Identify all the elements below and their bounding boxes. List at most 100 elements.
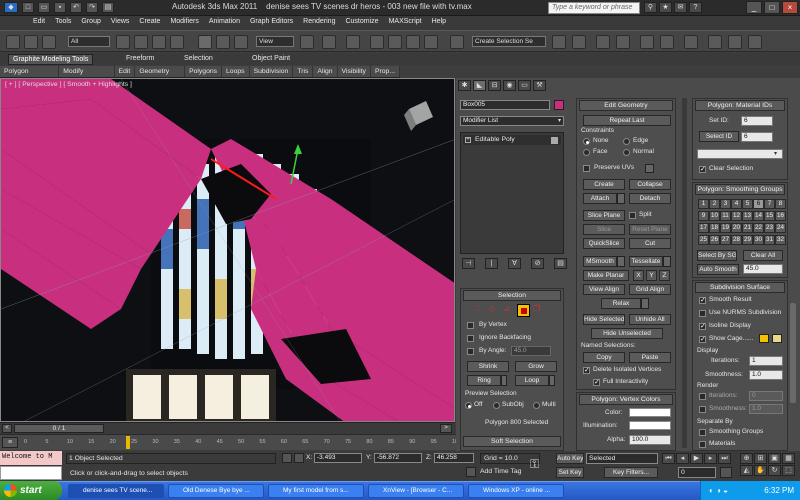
smoothing-group-12[interactable]: 12 — [731, 211, 742, 221]
make-planar-button[interactable]: Make Planar — [583, 270, 629, 281]
relax-button[interactable]: Relax — [601, 298, 641, 309]
smoothing-group-25[interactable]: 25 — [698, 235, 709, 245]
set-id-field[interactable]: 6 — [741, 116, 773, 126]
time-next-icon[interactable]: > — [440, 424, 452, 433]
ribbon-edit[interactable]: Edit — [115, 66, 136, 77]
absolute-mode-icon[interactable] — [294, 453, 304, 463]
smoothing-group-13[interactable]: 13 — [742, 211, 753, 221]
time-slider[interactable]: < 0 / 1 > — [0, 422, 455, 434]
view-align-button[interactable]: View Align — [583, 284, 625, 295]
maxscript-listener[interactable]: Welcome to M — [0, 451, 62, 465]
ribbon-properties[interactable]: Prop... — [371, 66, 400, 77]
relax-settings-icon[interactable] — [641, 298, 649, 309]
reset-plane-button[interactable]: Reset Plane — [629, 224, 671, 235]
orbit-icon[interactable]: ↻ — [768, 465, 781, 476]
edit-geometry-header[interactable]: Edit Geometry — [579, 100, 673, 111]
manipulate-icon[interactable] — [322, 35, 336, 49]
utilities-tab-icon[interactable]: ⚒ — [533, 80, 546, 91]
create-tab-icon[interactable]: ✱ — [458, 80, 471, 91]
smoothing-groups-header[interactable]: Polygon: Smoothing Groups — [695, 184, 785, 195]
new-icon[interactable]: □ — [22, 2, 34, 13]
menu-edit[interactable]: Edit — [28, 16, 50, 30]
separate-smoothing-groups-checkbox[interactable] — [699, 429, 706, 436]
open-icon[interactable]: ▭ — [38, 2, 50, 13]
menu-maxscript[interactable]: MAXScript — [384, 16, 427, 30]
smoothing-group-22[interactable]: 22 — [753, 223, 764, 233]
modify-tab-icon[interactable]: ◣ — [473, 80, 486, 91]
minimize-button[interactable]: _ — [746, 1, 762, 14]
element-subobject-icon[interactable]: ❒ — [533, 304, 544, 315]
previous-frame-icon[interactable]: ◂ — [676, 453, 689, 464]
rotate-icon[interactable] — [216, 35, 230, 49]
slice-button[interactable]: Slice — [583, 224, 625, 235]
smoothing-group-3[interactable]: 3 — [720, 199, 731, 209]
tab-freeform[interactable]: Freeform — [122, 54, 158, 63]
smoothing-group-21[interactable]: 21 — [742, 223, 753, 233]
ribbon-subdivision[interactable]: Subdivision — [250, 66, 294, 77]
scale-icon[interactable] — [234, 35, 248, 49]
ribbon-polygons[interactable]: Polygons — [185, 66, 223, 77]
loop-button[interactable]: Loop — [515, 375, 549, 386]
configure-modifier-sets-icon[interactable]: ▤ — [554, 258, 567, 269]
smoothing-group-1[interactable]: 1 — [698, 199, 709, 209]
planar-x-button[interactable]: X — [633, 270, 644, 281]
show-cage-checkbox[interactable] — [699, 335, 706, 343]
percent-snap-icon[interactable] — [406, 35, 420, 49]
menu-rendering[interactable]: Rendering — [298, 16, 340, 30]
render-smoothness-checkbox[interactable] — [699, 406, 706, 413]
smoothing-group-6[interactable]: 6 — [753, 199, 764, 209]
material-editor-icon[interactable] — [684, 35, 698, 49]
isoline-display-checkbox[interactable] — [699, 322, 706, 330]
border-subobject-icon[interactable]: ⊿ — [503, 304, 514, 315]
smoothing-group-19[interactable]: 19 — [720, 223, 731, 233]
select-by-sg-button[interactable]: Select By SG — [697, 250, 737, 261]
panel-scrollbar[interactable] — [790, 303, 796, 403]
repeat-last-button[interactable]: Repeat Last — [583, 115, 671, 126]
binoculars-icon[interactable]: ⚲ — [644, 2, 657, 13]
project-folder-icon[interactable]: ▤ — [102, 2, 114, 13]
split-checkbox[interactable] — [629, 212, 636, 219]
go-to-end-icon[interactable]: ⏭ — [718, 453, 731, 464]
maxscript-input[interactable] — [0, 466, 62, 480]
smoothing-group-23[interactable]: 23 — [764, 223, 775, 233]
shrink-button[interactable]: Shrink — [467, 361, 509, 372]
smoothing-group-15[interactable]: 15 — [764, 211, 775, 221]
preview-multi-radio[interactable] — [533, 402, 540, 409]
unlink-icon[interactable] — [24, 35, 38, 49]
msmooth-settings-icon[interactable] — [617, 256, 625, 267]
go-to-start-icon[interactable]: ⏮ — [662, 453, 675, 464]
play-icon[interactable]: ▶ — [690, 453, 703, 464]
smoothing-group-16[interactable]: 16 — [775, 211, 786, 221]
iterations-field[interactable]: 1 — [749, 356, 783, 366]
schematic-view-icon[interactable] — [660, 35, 674, 49]
material-name-dropdown[interactable] — [697, 149, 783, 159]
tab-selection[interactable]: Selection — [180, 54, 217, 63]
lock-selection-icon[interactable] — [282, 453, 292, 463]
auto-smooth-field[interactable]: 45.0 — [743, 264, 783, 274]
zoom-extents-icon[interactable]: ▣ — [768, 453, 781, 464]
move-icon[interactable] — [198, 35, 212, 49]
full-interactivity-checkbox[interactable] — [593, 378, 600, 386]
menu-modifiers[interactable]: Modifiers — [165, 16, 203, 30]
tessellate-settings-icon[interactable] — [663, 256, 671, 267]
render-production-icon[interactable] — [748, 35, 762, 49]
slice-plane-button[interactable]: Slice Plane — [583, 210, 625, 221]
create-button[interactable]: Create — [583, 179, 625, 190]
tab-object-paint[interactable]: Object Paint — [248, 54, 294, 63]
attach-button[interactable]: Attach — [583, 193, 617, 204]
separate-materials-checkbox[interactable] — [699, 441, 706, 448]
named-selection-dropdown[interactable]: Create Selection Se — [472, 36, 546, 47]
object-color-swatch[interactable] — [554, 100, 564, 110]
smoothing-group-26[interactable]: 26 — [709, 235, 720, 245]
reference-coordinate-dropdown[interactable]: View — [256, 36, 294, 47]
graphite-toggle-icon[interactable] — [616, 35, 630, 49]
smoothing-group-32[interactable]: 32 — [775, 235, 786, 245]
smoothing-group-18[interactable]: 18 — [709, 223, 720, 233]
link-icon[interactable] — [6, 35, 20, 49]
ring-spinner[interactable] — [501, 375, 507, 386]
use-nurms-checkbox[interactable] — [699, 310, 706, 317]
menu-tools[interactable]: Tools — [50, 16, 76, 30]
select-id-field[interactable]: 6 — [741, 132, 773, 142]
preview-off-radio[interactable] — [465, 402, 472, 409]
ribbon-polygon-modeling[interactable]: Polygon Modeling — [0, 66, 60, 85]
